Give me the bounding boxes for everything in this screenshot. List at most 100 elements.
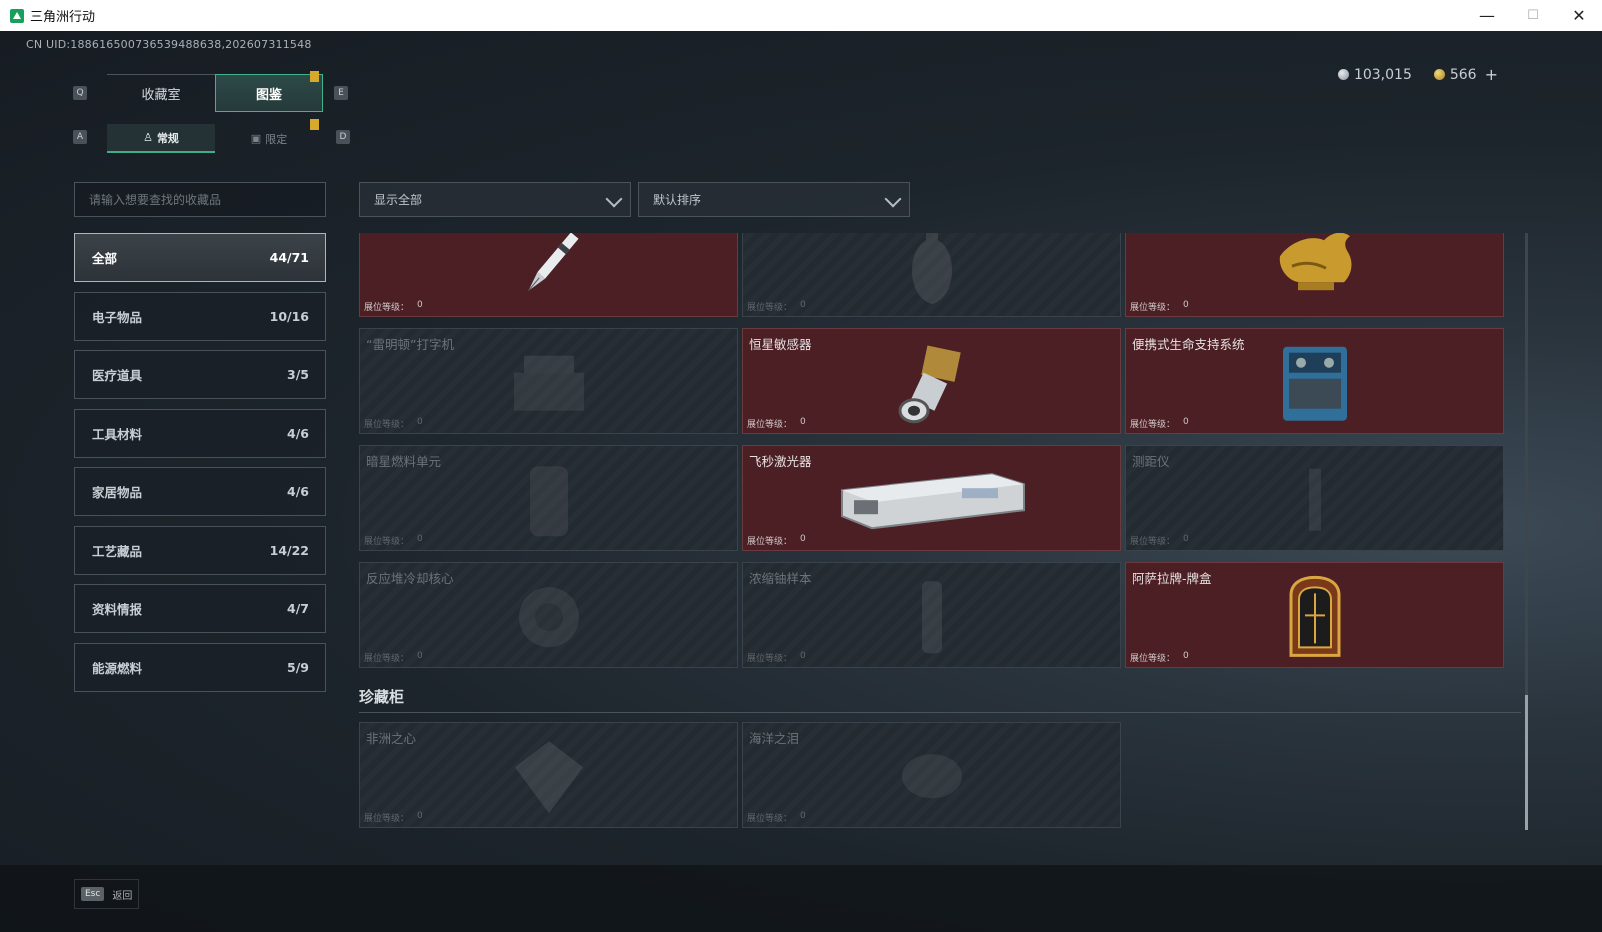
collectible-card[interactable]: 测距仪 展位等级： 0	[1125, 445, 1504, 551]
scrollbar-thumb[interactable]	[1525, 695, 1528, 830]
uranium-sample-icon	[912, 577, 952, 661]
main-tabs: 收藏室 图鉴	[107, 74, 323, 112]
display-level: 展位等级： 0	[364, 651, 423, 664]
display-level-value: 0	[800, 534, 806, 544]
silver-currency: 103,015	[1337, 66, 1412, 83]
display-level-value: 0	[800, 811, 806, 821]
collectible-name: 飞秒激光器	[749, 454, 812, 469]
subtab-limited[interactable]: ▣ 限定	[215, 124, 323, 153]
tab-encyclopedia[interactable]: 图鉴	[215, 74, 323, 112]
collectible-card[interactable]: 便携式生命支持系统 展位等级： 0	[1125, 328, 1504, 434]
typewriter-icon	[509, 348, 589, 422]
collectible-card[interactable]: 浓缩铀样本展位等级： 0	[742, 562, 1121, 668]
category-label: 电子物品	[92, 309, 143, 325]
subtab-limited-label: 限定	[265, 132, 288, 146]
collectible-card[interactable]: 非洲之心 展位等级： 0	[359, 722, 738, 828]
category-label: 家居物品	[92, 485, 143, 500]
display-level: 展位等级： 0	[747, 651, 806, 664]
collectible-card[interactable]: 恒星敏感器 展位等级： 0	[742, 328, 1121, 434]
collectible-card[interactable]: 展位等级： 0	[359, 233, 738, 317]
display-level: 展位等级： 0	[364, 417, 423, 430]
tab-collection-room[interactable]: 收藏室	[107, 74, 215, 112]
display-level-label: 展位等级：	[747, 814, 793, 824]
category-crafts[interactable]: 工艺藏品 14/22	[74, 525, 326, 575]
display-level-value: 0	[417, 811, 423, 821]
display-level-value: 0	[417, 300, 423, 310]
category-electronics[interactable]: 电子物品 10/16	[74, 291, 326, 341]
esc-key-hint: Esc	[81, 887, 105, 901]
subtab-regular[interactable]: ♙ 常规	[107, 124, 215, 153]
collectible-card[interactable]: 暗星燃料单元 展位等级： 0	[359, 445, 738, 551]
display-level-label: 展位等级：	[747, 303, 793, 313]
display-level-label: 展位等级：	[364, 654, 410, 664]
card-box-icon	[1285, 575, 1345, 663]
display-level-value: 0	[800, 300, 806, 310]
display-level-value: 0	[1183, 300, 1189, 310]
collectible-name: 浓缩铀样本	[749, 571, 812, 586]
filter-dropdown[interactable]: 显示全部	[359, 182, 631, 217]
category-household[interactable]: 家居物品 4/6	[74, 467, 326, 516]
display-level: 展位等级： 0	[1130, 651, 1189, 664]
cabinet-section-title: 珍藏柜	[359, 688, 405, 706]
footer-bar	[0, 865, 1602, 932]
category-intel[interactable]: 资料情报 4/7	[74, 584, 326, 633]
vase-icon	[911, 233, 952, 310]
display-level-label: 展位等级：	[747, 420, 793, 430]
display-level-label: 展位等级：	[1130, 303, 1176, 313]
collectible-card[interactable]: 阿萨拉牌-牌盒展位等级： 0	[1125, 562, 1504, 668]
gold-statue-icon	[1270, 233, 1360, 310]
cabinet-grid: 非洲之心 展位等级： 0 海洋之泪 展位等级： 0	[359, 722, 1521, 832]
maximize-button[interactable]: ☐	[1510, 0, 1556, 31]
laser-icon	[832, 460, 1032, 544]
collectible-card[interactable]: 展位等级： 0	[1125, 233, 1504, 317]
close-button[interactable]: ✕	[1556, 0, 1602, 31]
category-label: 全部	[92, 251, 118, 266]
category-tools[interactable]: 工具材料 4/6	[74, 408, 326, 458]
sort-dropdown-label: 默认排序	[653, 193, 702, 207]
display-level-label: 展位等级：	[747, 537, 793, 547]
display-level: 展位等级： 0	[747, 417, 806, 430]
display-level-value: 0	[417, 417, 423, 427]
category-energy[interactable]: 能源燃料 5/9	[74, 642, 326, 692]
alert-flag-icon	[310, 119, 319, 130]
search-input[interactable]: 请输入想要查找的收藏品	[74, 182, 326, 217]
alert-flag-icon	[310, 71, 319, 82]
silver-amount: 103,015	[1353, 66, 1412, 83]
collectible-card[interactable]: 展位等级： 0	[742, 233, 1121, 317]
collectible-card[interactable]: “雷明顿”打字机 展位等级： 0	[359, 328, 738, 434]
display-level-label: 展位等级：	[1130, 654, 1176, 664]
category-count: 5/9	[287, 659, 309, 675]
back-button[interactable]: Esc 返回	[74, 879, 140, 909]
category-all[interactable]: 全部 44/71	[74, 233, 326, 282]
display-level: 展位等级： 0	[1130, 300, 1189, 313]
display-level: 展位等级： 0	[747, 300, 806, 313]
image-icon: ▣	[250, 132, 262, 145]
sort-dropdown[interactable]: 默认排序	[638, 182, 910, 217]
collectible-card[interactable]: 飞秒激光器展位等级： 0	[742, 445, 1121, 551]
subtab-regular-label: 常规	[156, 131, 179, 145]
flask-icon: ♙	[143, 131, 153, 144]
gem-icon	[897, 746, 967, 810]
silver-coin-icon	[1337, 69, 1349, 80]
collectible-name: 便携式生命支持系统	[1132, 337, 1245, 352]
category-label: 医疗道具	[92, 368, 143, 383]
display-level-label: 展位等级：	[1130, 420, 1176, 430]
add-currency-button[interactable]: +	[1485, 65, 1498, 84]
star-sensor-icon	[892, 339, 972, 433]
minimize-button[interactable]: —	[1464, 0, 1510, 31]
game-viewport: CN UID:18861650073653948863​8,2026073115…	[0, 31, 1602, 932]
display-level-label: 展位等级：	[1130, 537, 1176, 547]
sub-tabs: ♙ 常规 ▣ 限定	[107, 124, 323, 153]
gold-currency[interactable]: 566 +	[1433, 65, 1498, 84]
display-level-value: 0	[417, 534, 423, 544]
back-label: 返回	[112, 890, 133, 902]
collectible-card[interactable]: 反应堆冷却核心 展位等级： 0	[359, 562, 738, 668]
collectible-card[interactable]: 海洋之泪 展位等级： 0	[742, 722, 1121, 828]
chevron-down-icon	[884, 190, 902, 208]
display-level-value: 0	[1183, 651, 1189, 661]
collectible-name: 阿萨拉牌-牌盒	[1132, 571, 1212, 586]
display-level: 展位等级： 0	[1130, 417, 1189, 430]
reactor-core-icon	[514, 577, 584, 661]
category-medical[interactable]: 医疗道具 3/5	[74, 350, 326, 399]
key-hint-q: Q	[73, 86, 87, 100]
